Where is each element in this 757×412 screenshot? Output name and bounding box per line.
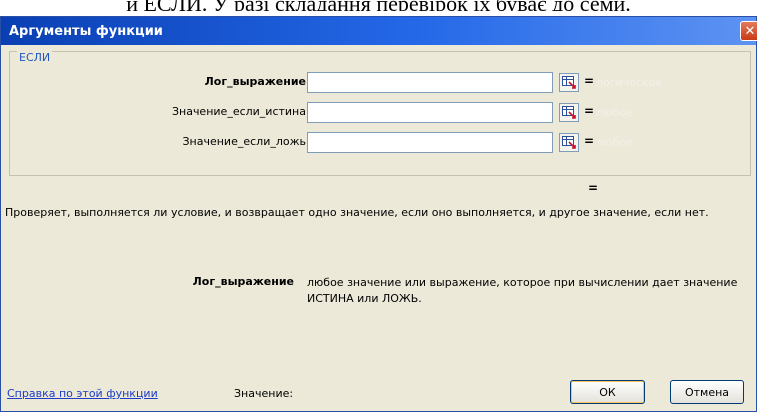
function-group-box: ЕСЛИ Лог_выражение = логическое Значение… bbox=[9, 51, 751, 176]
range-select-icon bbox=[562, 76, 576, 89]
value-label: Значение: bbox=[234, 387, 294, 400]
help-link[interactable]: Справка по этой функции bbox=[7, 387, 158, 400]
equals-sign: = bbox=[584, 104, 595, 118]
arg-label: Значение_если_истина bbox=[171, 105, 306, 118]
arg-label: Лог_выражение bbox=[204, 75, 306, 88]
close-button[interactable]: ✕ bbox=[740, 21, 757, 41]
arg-label: Значение_если_ложь bbox=[182, 135, 306, 148]
arg-row-value-if-false: Значение_если_ложь = любое bbox=[10, 132, 750, 154]
range-select-icon bbox=[562, 136, 576, 149]
collapse-dialog-button[interactable] bbox=[559, 133, 579, 152]
logical-test-input[interactable] bbox=[307, 72, 553, 93]
arg-row-logical-test: Лог_выражение = логическое bbox=[10, 72, 750, 94]
arg-result-type: любое bbox=[596, 136, 633, 149]
arg-row-value-if-true: Значение_если_истина = любое bbox=[10, 102, 750, 124]
arg-help-text: любое значение или выражение, которое пр… bbox=[307, 276, 738, 305]
equals-sign: = bbox=[584, 134, 595, 148]
equals-sign: = bbox=[584, 74, 595, 88]
ok-button[interactable]: ОК bbox=[570, 380, 645, 404]
collapse-dialog-button[interactable] bbox=[559, 73, 579, 92]
arg-help-name: Лог_выражение bbox=[192, 275, 294, 288]
value-if-true-input[interactable] bbox=[307, 102, 553, 123]
function-description: Проверяет, выполняется ли условие, и воз… bbox=[5, 206, 709, 219]
arg-result-type: логическое bbox=[596, 76, 663, 89]
dialog-title: Аргументы функции bbox=[9, 23, 163, 39]
collapse-dialog-button[interactable] bbox=[559, 103, 579, 122]
arg-result-type: любое bbox=[596, 106, 633, 119]
function-result-equals: = bbox=[588, 181, 599, 195]
close-icon: ✕ bbox=[744, 23, 756, 39]
function-arguments-dialog: Аргументы функции ✕ ЕСЛИ Лог_выражение =… bbox=[0, 16, 757, 412]
background-document-text: и ЕСЛИ. У разі складання перевірок їх бу… bbox=[0, 0, 757, 11]
title-bar[interactable]: Аргументы функции ✕ bbox=[1, 17, 757, 45]
function-name: ЕСЛИ bbox=[17, 51, 53, 64]
cancel-button[interactable]: Отмена bbox=[670, 380, 744, 404]
range-select-icon bbox=[562, 106, 576, 119]
value-if-false-input[interactable] bbox=[307, 132, 553, 153]
